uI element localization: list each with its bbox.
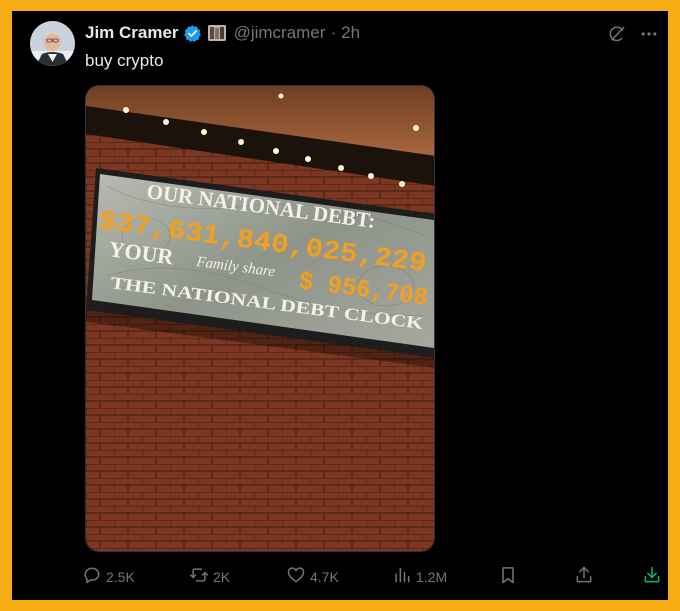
views-button[interactable]: 1.2M [392,565,447,588]
display-name[interactable]: Jim Cramer [85,23,179,43]
reply-icon [82,565,102,588]
like-count: 4.7K [310,568,339,585]
separator-dot: · [330,23,337,42]
like-button[interactable]: 4.7K [286,565,339,588]
tweet-header: Jim Cramer @jimcramer · 2h [85,23,360,43]
repost-icon [189,565,209,588]
heart-icon [286,565,306,588]
download-icon [642,565,662,588]
bookmark-button[interactable] [498,565,518,588]
action-bar: 2.5K 2K 4.7K 1.2M [82,565,662,589]
repost-button[interactable]: 2K [189,565,230,588]
reply-count: 2.5K [106,568,135,585]
views-icon [392,565,412,588]
views-count: 1.2M [416,568,448,585]
grok-icon[interactable] [606,23,628,45]
bookmark-icon [498,565,518,588]
handle[interactable]: @jimcramer [234,23,326,43]
avatar[interactable] [30,21,75,66]
tweet-image[interactable]: OUR NATIONAL DEBT: $37,631,840,025,229 Y… [85,85,435,552]
repost-count: 2K [213,568,231,585]
more-icon[interactable] [638,23,660,45]
affiliate-badge-icon[interactable] [207,25,226,41]
tweet-text: buy crypto [85,51,164,70]
top-actions [606,23,660,45]
timestamp[interactable]: 2h [341,23,360,43]
reply-button[interactable]: 2.5K [82,565,135,588]
share-button[interactable] [574,565,594,588]
tweet-card[interactable]: Jim Cramer @jimcramer · 2h buy crypto OU… [12,11,668,600]
download-button[interactable] [642,565,662,588]
share-icon [574,565,594,588]
verified-badge-icon[interactable] [183,24,202,43]
